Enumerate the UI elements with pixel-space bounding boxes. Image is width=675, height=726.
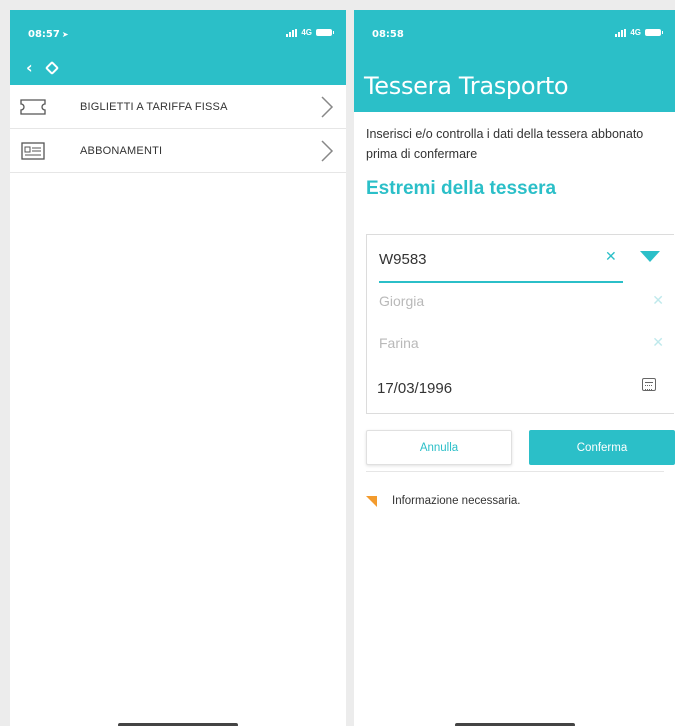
header-bar: 08:58 4G Tessera Trasporto (354, 10, 675, 112)
battery-icon (645, 29, 663, 36)
pass-card-icon (20, 141, 46, 161)
location-arrow-icon: ➤ (61, 30, 69, 39)
network-label: 4G (630, 28, 641, 37)
right-screen: 08:58 4G Tessera Trasporto Inserisci e/o… (354, 10, 675, 726)
status-time: 08:58 (372, 29, 404, 40)
dropdown-arrow-icon[interactable] (640, 251, 660, 262)
header-bar: 08:57 ➤ 4G ‹ (10, 10, 346, 85)
page-title: Tessera Trasporto (364, 72, 569, 100)
required-flag-icon (366, 495, 377, 507)
confirm-button[interactable]: Conferma (529, 430, 675, 465)
info-text: Informazione necessaria. (392, 495, 521, 507)
back-icon[interactable]: ‹ (26, 60, 33, 76)
last-name-field[interactable]: Farina (379, 335, 419, 351)
section-title: Estremi della tessera (366, 178, 557, 199)
divider (366, 471, 664, 472)
clear-icon[interactable]: ✕ (605, 249, 617, 265)
chevron-right-icon (321, 140, 334, 162)
clear-icon[interactable]: ✕ (652, 335, 664, 351)
signal-icon (615, 28, 627, 37)
menu-item-subscriptions[interactable]: ABBONAMENTI (10, 129, 346, 173)
left-screen: 08:57 ➤ 4G ‹ BIGLIETTI A TARIFFA FISSA AB… (10, 10, 346, 726)
chevron-right-icon (321, 96, 334, 118)
clear-icon[interactable]: ✕ (652, 293, 664, 309)
first-name-field[interactable]: Giorgia (379, 293, 424, 309)
card-details-form: W9583 ✕ Giorgia ✕ Farina ✕ 17/03/1996 (366, 234, 674, 414)
battery-icon (316, 29, 334, 36)
status-bar: 08:57 ➤ 4G (10, 10, 346, 56)
intro-text: Inserisci e/o controlla i dati della tes… (366, 127, 644, 161)
status-bar: 08:58 4G (354, 10, 675, 56)
menu-item-fixed-fare-tickets[interactable]: BIGLIETTI A TARIFFA FISSA (10, 85, 346, 129)
field-underline (379, 281, 623, 283)
home-icon[interactable] (44, 60, 59, 76)
birth-date-field[interactable]: 17/03/1996 (377, 380, 452, 397)
required-info-note: Informazione necessaria. (366, 495, 520, 507)
menu-item-label: ABBONAMENTI (80, 144, 163, 157)
card-number-field[interactable]: W9583 (379, 251, 427, 268)
cancel-button[interactable]: Annulla (366, 430, 512, 465)
menu-item-label: BIGLIETTI A TARIFFA FISSA (80, 100, 228, 113)
network-label: 4G (301, 28, 312, 37)
signal-icon (286, 28, 298, 37)
status-time: 08:57 (28, 29, 60, 40)
calendar-icon[interactable] (642, 378, 656, 391)
ticket-icon (20, 97, 46, 117)
